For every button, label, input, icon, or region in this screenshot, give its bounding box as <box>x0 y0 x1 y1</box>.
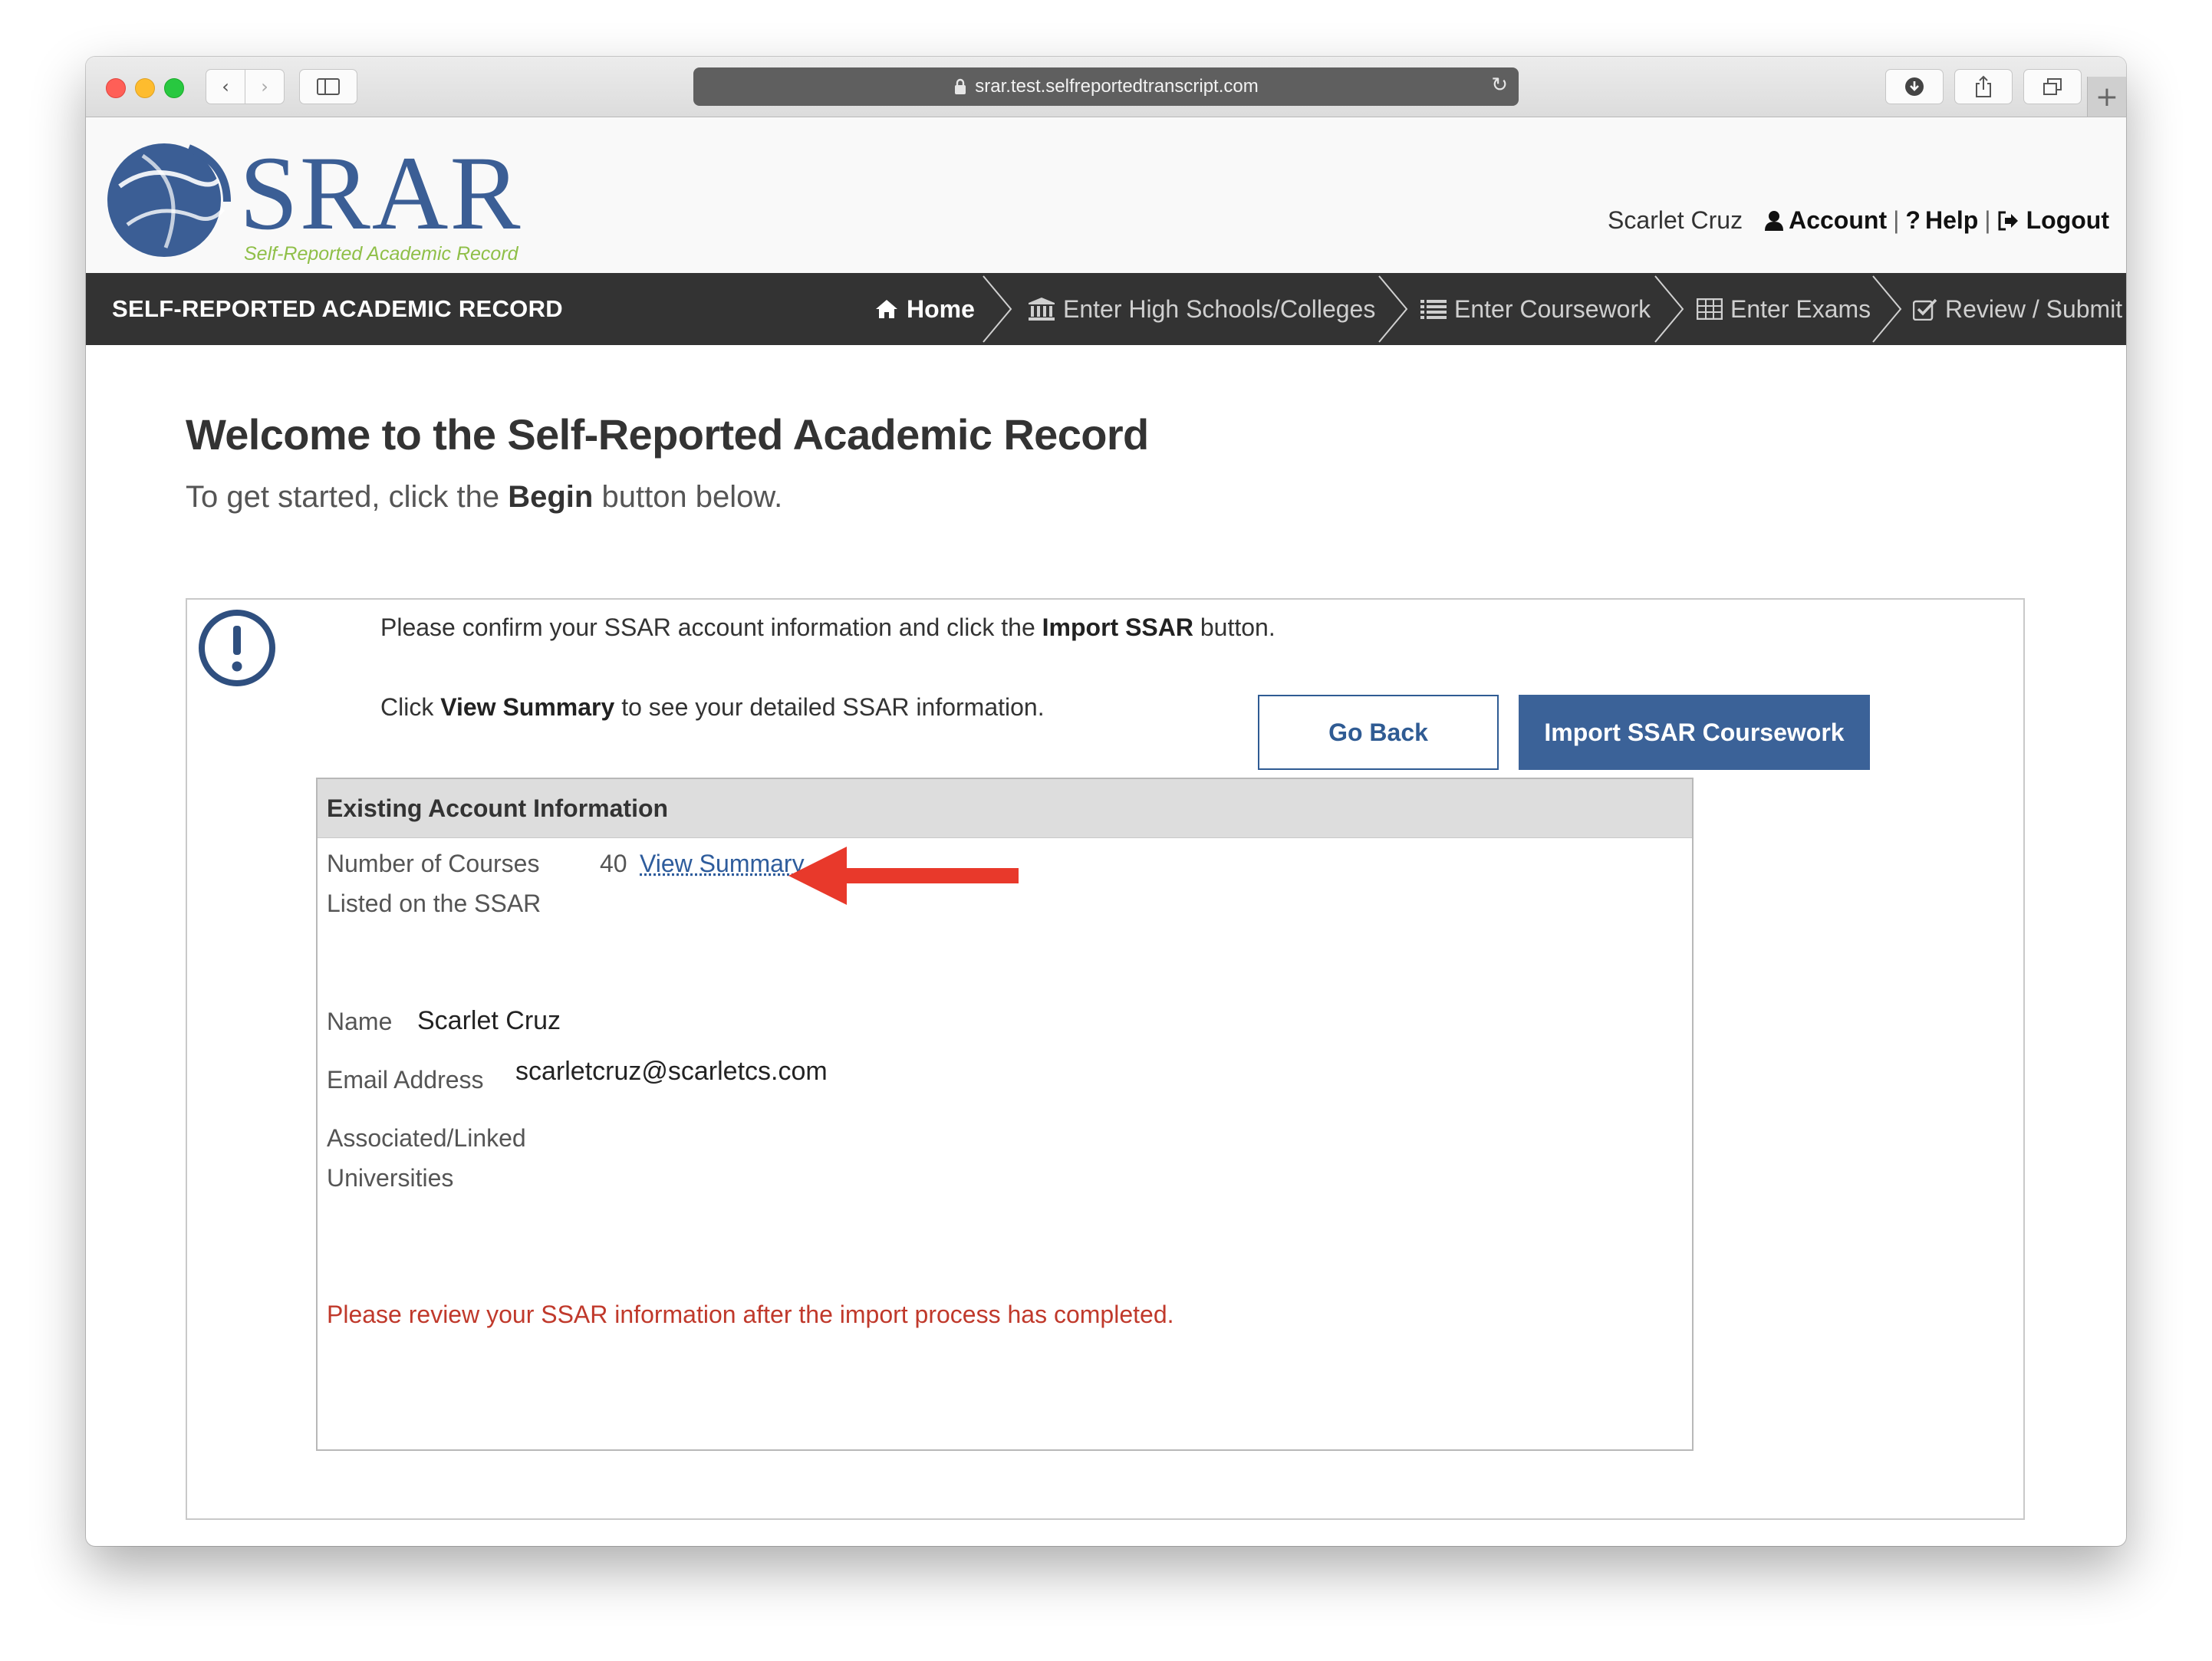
account-info-panel: Existing Account Information Number of C… <box>316 778 1694 1451</box>
plus-icon: + <box>2095 81 2119 113</box>
sign-out-icon <box>1998 211 2018 230</box>
page-title: Welcome to the Self-Reported Academic Re… <box>186 410 1149 459</box>
site-header: SRAR Self-Reported Academic Record Scarl… <box>86 117 2126 273</box>
table-icon <box>1697 298 1723 320</box>
logo-tagline: Self-Reported Academic Record <box>244 243 518 265</box>
chevron-right-icon <box>1654 275 1684 343</box>
nav-exams-label: Enter Exams <box>1730 294 1871 323</box>
lock-icon <box>955 78 966 94</box>
nav-home[interactable]: Home <box>874 273 975 345</box>
downloads-button[interactable] <box>1885 69 1944 104</box>
msg1-text: Please confirm your SSAR account informa… <box>380 613 1035 641</box>
reload-icon[interactable]: ↻ <box>1491 74 1508 97</box>
universities-label-line: Universities <box>327 1164 454 1192</box>
question-icon: ? <box>1905 206 1921 234</box>
globe-logo-icon <box>107 143 231 257</box>
zoom-window-button[interactable] <box>164 78 184 98</box>
msg1-import: Import SSAR <box>1042 613 1193 641</box>
sidebar-button[interactable] <box>299 69 357 104</box>
msg2-text: to see your detailed SSAR information. <box>621 693 1045 721</box>
name-label: Name <box>327 1008 393 1035</box>
srar-logo[interactable]: SRAR Self-Reported Academic Record <box>97 133 526 265</box>
browser-window: ‹ › srar.test.selfreportedtranscript.com… <box>86 57 2126 1546</box>
sidebar-icon <box>317 78 340 95</box>
nav-enter-exams[interactable]: Enter Exams <box>1697 273 1871 345</box>
logo-wordmark: SRAR <box>239 134 522 252</box>
share-icon <box>1976 75 1991 97</box>
subtitle-text: button below. <box>601 480 783 514</box>
email-value: scarletcruz@scarletcs.com <box>515 1057 828 1086</box>
view-summary-link[interactable]: View Summary <box>640 844 805 883</box>
account-label: Account <box>1789 206 1888 234</box>
download-icon <box>1905 77 1924 96</box>
nav-coursework-label: Enter Coursework <box>1454 294 1651 323</box>
back-button[interactable]: ‹ <box>206 69 245 104</box>
browser-toolbar: ‹ › srar.test.selfreportedtranscript.com… <box>86 57 2126 117</box>
home-icon <box>874 298 899 320</box>
account-info-heading: Existing Account Information <box>318 779 1692 838</box>
courses-label-line: Listed on the SSAR <box>327 890 541 917</box>
nav-enter-coursework[interactable]: Enter Coursework <box>1420 273 1651 345</box>
main-nav: SELF-REPORTED ACADEMIC RECORD Home Enter… <box>86 273 2126 345</box>
instruction-text: Please confirm your SSAR account informa… <box>380 613 1276 642</box>
subtitle-begin: Begin <box>508 480 594 514</box>
user-icon <box>1765 210 1784 231</box>
nav-review-submit[interactable]: Review / Submit <box>1913 273 2122 345</box>
msg1-text: button. <box>1200 613 1276 641</box>
header-separator: | <box>1984 206 1991 234</box>
institution-icon <box>1028 297 1055 321</box>
nav-brand: SELF-REPORTED ACADEMIC RECORD <box>112 295 563 322</box>
universities-label: Associated/Linked Universities <box>327 1118 526 1198</box>
nav-schools-label: Enter High Schools/Colleges <box>1063 294 1376 323</box>
nav-review-label: Review / Submit <box>1945 294 2123 323</box>
tabs-icon <box>2043 78 2062 95</box>
page-subtitle: To get started, click the Begin button b… <box>186 480 782 515</box>
account-link[interactable]: Account <box>1764 206 1887 235</box>
courses-label: Number of Courses Listed on the SSAR <box>327 844 541 923</box>
list-icon <box>1420 298 1447 320</box>
instruction-text: Click View Summary to see your detailed … <box>380 693 1045 722</box>
annotation-arrow <box>788 847 1019 905</box>
tabs-overview-button[interactable] <box>2023 69 2082 104</box>
new-tab-button[interactable]: + <box>2087 77 2126 117</box>
import-warning: Please review your SSAR information afte… <box>327 1301 1174 1328</box>
forward-button[interactable]: › <box>245 69 285 104</box>
courses-label-line: Number of Courses <box>327 850 540 877</box>
msg2-text: Click <box>380 693 434 721</box>
share-button[interactable] <box>1954 69 2013 104</box>
logout-label: Logout <box>2026 206 2109 234</box>
subtitle-text: To get started, click the <box>186 480 500 514</box>
address-bar[interactable]: srar.test.selfreportedtranscript.com ↻ <box>693 67 1519 106</box>
chevron-right-icon: › <box>261 76 268 97</box>
close-window-button[interactable] <box>106 78 126 98</box>
help-link[interactable]: ? Help <box>1905 206 1978 235</box>
chevron-right-icon <box>1872 275 1902 343</box>
msg2-view-summary: View Summary <box>440 693 615 721</box>
url-text: srar.test.selfreportedtranscript.com <box>975 76 1259 97</box>
email-label: Email Address <box>327 1066 484 1094</box>
logout-link[interactable]: Logout <box>1997 206 2109 235</box>
exclamation-circle-icon <box>199 610 275 686</box>
header-separator: | <box>1893 206 1900 234</box>
chevron-right-icon <box>983 275 1012 343</box>
user-name: Scarlet Cruz <box>1608 206 1743 234</box>
import-ssar-coursework-button[interactable]: Import SSAR Coursework <box>1519 695 1870 770</box>
go-back-button[interactable]: Go Back <box>1258 695 1499 770</box>
chevron-left-icon: ‹ <box>222 76 229 97</box>
courses-count: 40 <box>600 850 627 877</box>
chevron-right-icon <box>1378 275 1408 343</box>
nav-home-label: Home <box>907 294 975 323</box>
user-menu: Scarlet Cruz Account | ? Help | Logout <box>1608 206 2109 235</box>
minimize-window-button[interactable] <box>135 78 155 98</box>
universities-label-line: Associated/Linked <box>327 1124 526 1152</box>
nav-enter-high-schools-colleges[interactable]: Enter High Schools/Colleges <box>1028 273 1375 345</box>
name-value: Scarlet Cruz <box>417 1006 561 1035</box>
help-label: Help <box>1924 206 1979 234</box>
check-square-icon <box>1913 298 1937 321</box>
